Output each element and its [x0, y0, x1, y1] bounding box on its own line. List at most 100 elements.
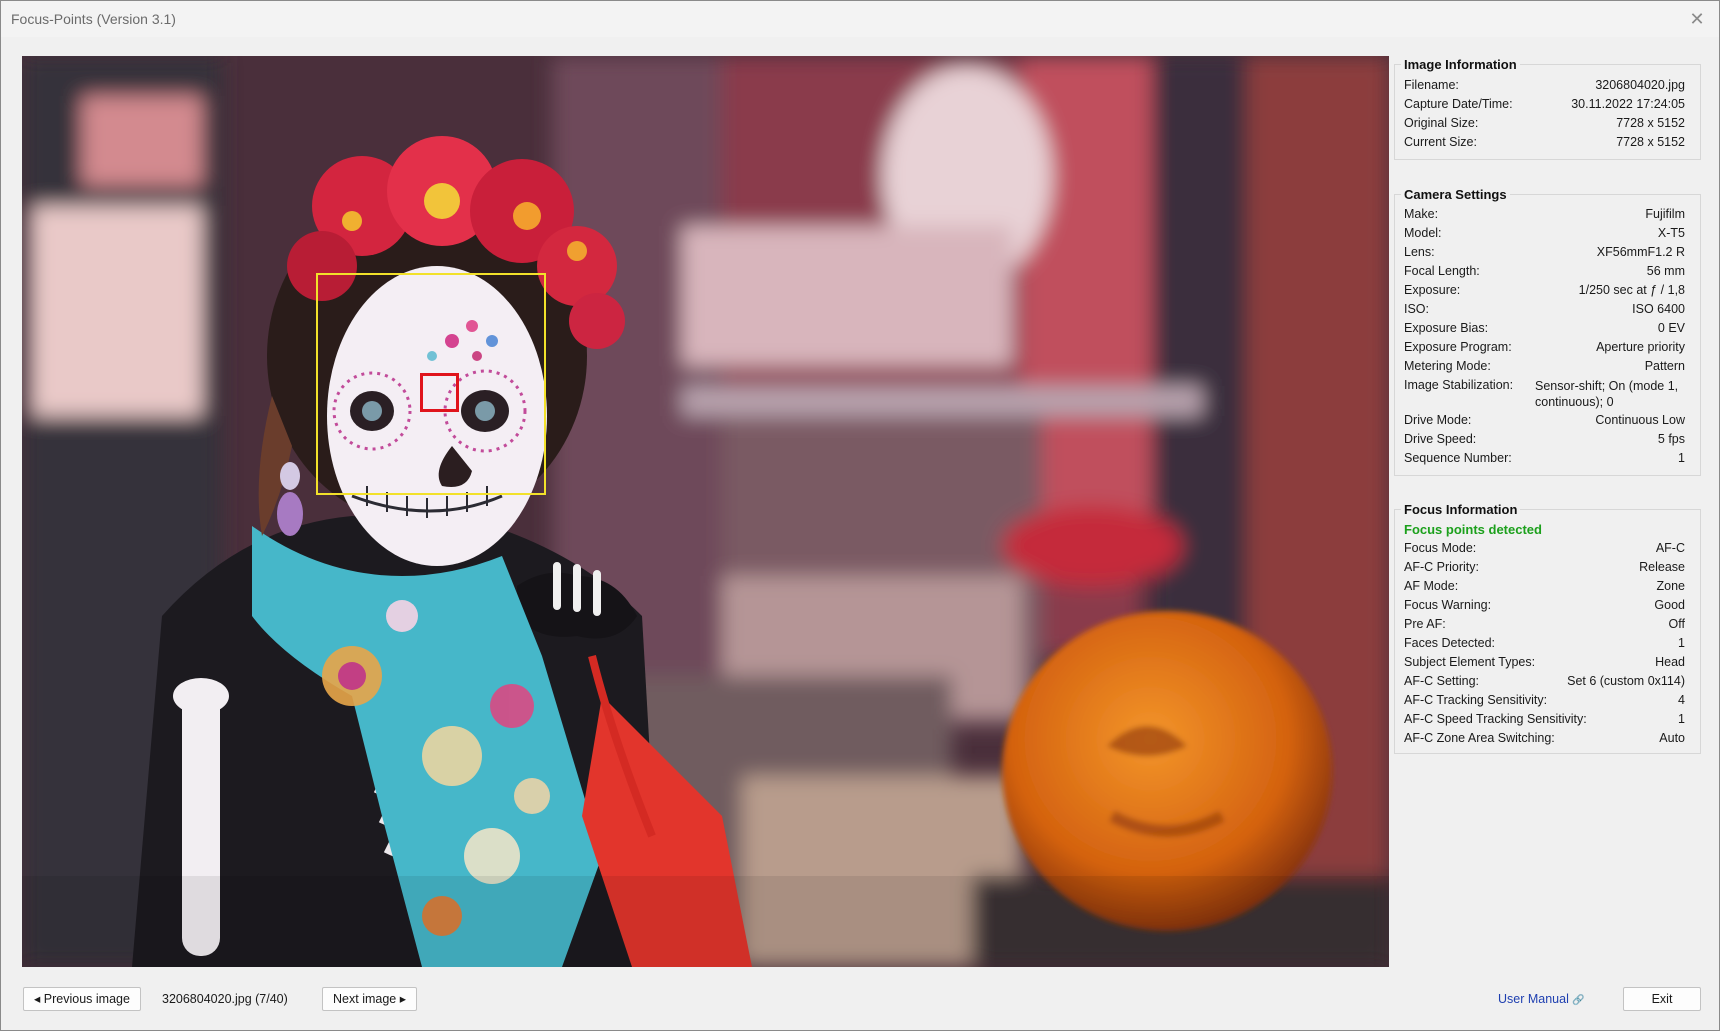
camera-row: Exposure Bias: 0 EV — [1404, 321, 1685, 338]
camera-key: Lens: — [1404, 245, 1435, 259]
focus-row: Faces Detected: 1 — [1404, 636, 1685, 653]
camera-row: Make: Fujifilm — [1404, 207, 1685, 224]
camera-row: Drive Mode: Continuous Low — [1404, 413, 1685, 430]
camera-row: Focal Length: 56 mm — [1404, 264, 1685, 281]
photo-view — [22, 56, 1389, 967]
camera-key: Exposure Bias: — [1404, 321, 1489, 335]
focus-key: AF-C Priority: — [1404, 560, 1479, 574]
info-row: Original Size: 7728 x 5152 — [1404, 116, 1685, 133]
camera-row: Image Stabilization: Sensor-shift; On (mo… — [1404, 378, 1685, 412]
camera-value: ISO 6400 — [1632, 302, 1685, 316]
focus-row: Subject Element Types: Head — [1404, 655, 1685, 672]
info-value: 7728 x 5152 — [1616, 135, 1685, 149]
camera-key: Make: — [1404, 207, 1439, 221]
camera-row: Drive Speed: 5 fps — [1404, 432, 1685, 449]
focus-status-text: Focus points detected — [1404, 522, 1542, 537]
focus-value: Auto — [1659, 731, 1685, 745]
focus-row: Focus Warning: Good — [1404, 598, 1685, 615]
camera-value: Sensor-shift; On (mode 1, continuous); 0 — [1535, 379, 1679, 409]
focus-row: AF-C Speed Tracking Sensitivity: 1 — [1404, 712, 1685, 729]
focus-value: AF-C — [1655, 541, 1685, 555]
camera-value: 1 — [1678, 451, 1685, 465]
image-information-heading: Image Information — [1401, 57, 1520, 72]
focus-key: AF-C Setting: — [1404, 674, 1480, 688]
focus-row: AF-C Setting: Set 6 (custom 0x114) — [1404, 674, 1685, 691]
external-link-icon[interactable]: 🔗 — [1572, 995, 1584, 1006]
camera-value: XF56mmF1.2 R — [1596, 245, 1685, 259]
focus-information-heading: Focus Information — [1401, 502, 1521, 517]
focus-value: Set 6 (custom 0x114) — [1567, 674, 1685, 688]
close-icon[interactable]: ✕ — [1685, 7, 1709, 31]
camera-row: Exposure Program: Aperture priority — [1404, 340, 1685, 357]
image-information-panel: Image Information Filename: 3206804020.jp… — [1394, 57, 1701, 160]
focus-key: AF-C Tracking Sensitivity: — [1404, 693, 1548, 707]
user-manual-label[interactable]: User Manual — [1498, 992, 1569, 1006]
focus-row: AF-C Priority: Release — [1404, 560, 1685, 577]
camera-value: 1/250 sec at ƒ / 1,8 — [1578, 283, 1685, 297]
focus-point-marker — [420, 373, 459, 412]
camera-value: 5 fps — [1657, 432, 1685, 446]
focus-key: AF Mode: — [1404, 579, 1459, 593]
focus-row: AF Mode: Zone — [1404, 579, 1685, 596]
camera-value: Aperture priority — [1596, 340, 1685, 354]
camera-key: Drive Speed: — [1404, 432, 1477, 446]
photo-image — [22, 56, 1389, 967]
camera-key: ISO: — [1404, 302, 1430, 316]
info-key: Capture Date/Time: — [1404, 97, 1513, 111]
focus-value: Off — [1668, 617, 1685, 631]
camera-value: X-T5 — [1657, 226, 1685, 240]
info-row: Capture Date/Time: 30.11.2022 17:24:05 — [1404, 97, 1685, 114]
focus-value: Head — [1655, 655, 1685, 669]
focus-row: Pre AF: Off — [1404, 617, 1685, 634]
focus-row: Focus Mode: AF-C — [1404, 541, 1685, 558]
camera-value: 0 EV — [1657, 321, 1685, 335]
camera-row: Model: X-T5 — [1404, 226, 1685, 243]
camera-key: Drive Mode: — [1404, 413, 1472, 427]
camera-value: Continuous Low — [1595, 413, 1685, 427]
user-manual-link[interactable]: User Manual 🔗 — [1498, 992, 1585, 1006]
focus-value: Zone — [1656, 579, 1686, 593]
info-row: Current Size: 7728 x 5152 — [1404, 135, 1685, 152]
info-key: Original Size: — [1404, 116, 1479, 130]
focus-value: 1 — [1678, 636, 1685, 650]
exit-button[interactable]: Exit — [1623, 987, 1701, 1011]
info-value: 30.11.2022 17:24:05 — [1571, 97, 1685, 111]
camera-settings-panel: Camera Settings Make: Fujifilm Model: X-T5… — [1394, 187, 1701, 476]
camera-row: ISO: ISO 6400 — [1404, 302, 1685, 319]
camera-settings-heading: Camera Settings — [1401, 187, 1510, 202]
info-value: 7728 x 5152 — [1616, 116, 1685, 130]
focus-key: Subject Element Types: — [1404, 655, 1536, 669]
camera-key: Image Stabilization: — [1404, 378, 1514, 392]
focus-value: 4 — [1678, 693, 1685, 707]
camera-row: Metering Mode: Pattern — [1404, 359, 1685, 376]
focus-information-panel: Focus Information Focus points detected … — [1394, 502, 1701, 754]
focus-row: AF-C Zone Area Switching: Auto — [1404, 731, 1685, 748]
camera-row: Sequence Number: 1 — [1404, 451, 1685, 468]
info-value: 3206804020.jpg — [1595, 78, 1685, 92]
focus-key: Pre AF: — [1404, 617, 1446, 631]
camera-key: Sequence Number: — [1404, 451, 1512, 465]
file-index-label: 3206804020.jpg (7/40) — [162, 992, 288, 1006]
previous-image-button[interactable]: ◂ Previous image — [23, 987, 141, 1011]
focus-key: Faces Detected: — [1404, 636, 1496, 650]
focus-value: Release — [1639, 560, 1685, 574]
camera-key: Focal Length: — [1404, 264, 1480, 278]
focus-key: AF-C Zone Area Switching: — [1404, 731, 1555, 745]
focus-key: Focus Mode: — [1404, 541, 1477, 555]
info-key: Current Size: — [1404, 135, 1477, 149]
camera-key: Exposure Program: — [1404, 340, 1512, 354]
camera-row: Exposure: 1/250 sec at ƒ / 1,8 — [1404, 283, 1685, 300]
camera-key: Metering Mode: — [1404, 359, 1491, 373]
focus-row: AF-C Tracking Sensitivity: 4 — [1404, 693, 1685, 710]
camera-row: Lens: XF56mmF1.2 R — [1404, 245, 1685, 262]
title-bar: Focus-Points (Version 3.1) ✕ — [1, 1, 1719, 37]
camera-value: Pattern — [1644, 359, 1685, 373]
camera-key: Exposure: — [1404, 283, 1461, 297]
window-title: Focus-Points (Version 3.1) — [11, 11, 176, 27]
next-image-button[interactable]: Next image ▸ — [322, 987, 417, 1011]
camera-value: Fujifilm — [1645, 207, 1685, 221]
camera-value: 56 mm — [1646, 264, 1685, 278]
app-window: Focus-Points (Version 3.1) ✕ Image Infor… — [0, 0, 1720, 1031]
info-key: Filename: — [1404, 78, 1459, 92]
focus-key: Focus Warning: — [1404, 598, 1492, 612]
